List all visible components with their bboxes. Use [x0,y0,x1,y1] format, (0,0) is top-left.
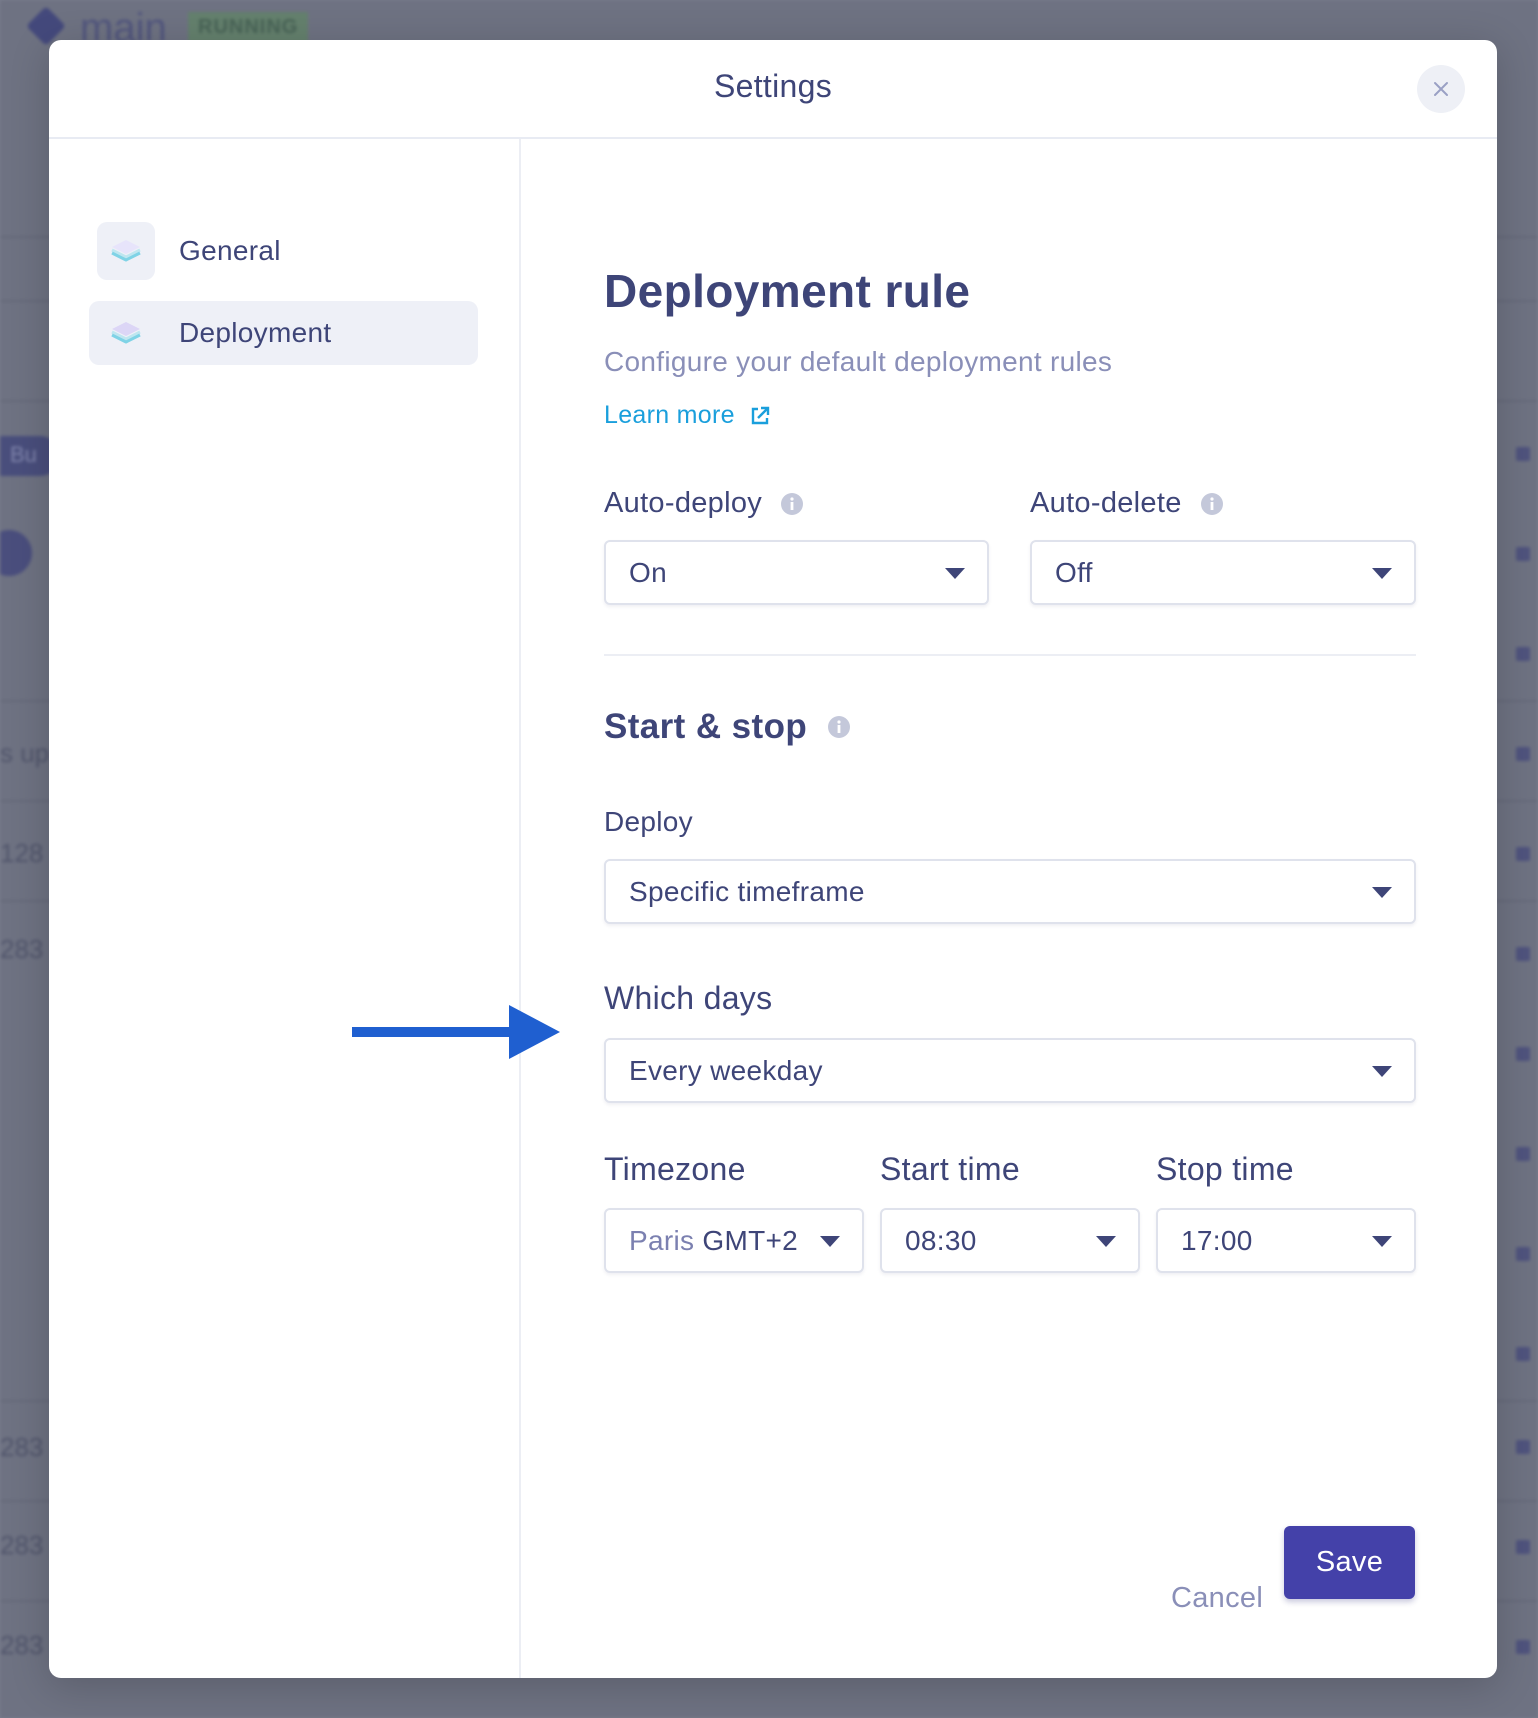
background-row-icon [1516,847,1530,861]
background-row-icon [1516,447,1530,461]
which-days-value: Every weekday [629,1055,823,1086]
timezone-value: Paris GMT+2 [629,1225,798,1257]
auto-delete-label-text: Auto-delete [1030,487,1182,519]
deploy-select[interactable]: Specific timeframe [604,859,1416,924]
caret-down-icon [945,568,965,579]
caret-down-icon [1372,568,1392,579]
external-link-icon [751,406,770,424]
layers-icon [97,222,155,280]
background-avatar [0,530,32,576]
caret-down-icon [1096,1236,1116,1247]
info-icon[interactable] [1200,492,1224,516]
sidebar-item-label: Deployment [179,317,332,348]
auto-delete-select[interactable]: Off [1030,540,1416,605]
auto-deploy-select[interactable]: On [604,540,989,605]
annotation-arrow-icon [352,1005,560,1059]
settings-modal: Settings General Deployment Deployment r… [49,40,1497,1678]
deploy-value: Specific timeframe [629,876,865,907]
background-status-badge: RUNNING [188,12,309,43]
background-row-icon [1516,1047,1530,1061]
stop-time-label: Stop time [1156,1151,1294,1187]
caret-down-icon [1372,1066,1392,1077]
auto-deploy-label-text: Auto-deploy [604,487,763,519]
close-icon [1434,82,1448,96]
caret-down-icon [1372,887,1392,898]
caret-down-icon [1372,1236,1392,1247]
timezone-offset: GMT+2 [702,1225,799,1256]
background-row-text: s up [0,738,50,768]
stop-time-select[interactable]: 17:00 [1156,1208,1416,1273]
background-row-icon [1516,547,1530,561]
background-row-icon [1516,647,1530,661]
background-row-icon [1516,747,1530,761]
background-row-icon [1516,947,1530,961]
timezone-select[interactable]: Paris GMT+2 [604,1208,864,1273]
close-button[interactable] [1417,65,1465,113]
sidebar-item-label: General [179,235,281,266]
background-row-icon [1516,1247,1530,1261]
auto-delete-value: Off [1055,557,1093,588]
settings-content: Deployment rule Configure your default d… [604,139,1416,1678]
timezone-label: Timezone [604,1151,746,1187]
start-time-select[interactable]: 08:30 [880,1208,1140,1273]
cancel-button[interactable]: Cancel [1171,1582,1263,1615]
info-icon[interactable] [780,492,804,516]
info-icon[interactable] [827,715,851,739]
background-row-number: 283 [0,1530,44,1560]
modal-header: Settings [49,40,1497,139]
background-row-number: 283 [0,934,44,964]
background-row-icon [1516,1540,1530,1554]
learn-more-label: Learn more [604,401,735,429]
background-row-number: 283 [0,1630,44,1660]
start-time-value: 08:30 [905,1225,977,1256]
auto-deploy-label: Auto-deploy [604,487,804,520]
start-stop-section-title: Start & stop [604,707,851,747]
page-subtitle: Configure your default deployment rules [604,346,1113,377]
background-row-icon [1516,1640,1530,1654]
background-row-icon [1516,1347,1530,1361]
save-button[interactable]: Save [1284,1526,1415,1599]
learn-more-link[interactable]: Learn more [604,401,771,430]
start-time-label: Start time [880,1151,1020,1187]
section-divider [604,654,1416,656]
background-row-number: 128 [0,838,44,868]
background-row-icon [1516,1147,1530,1161]
which-days-label: Which days [604,980,773,1016]
timezone-city: Paris [629,1225,695,1256]
stop-time-value: 17:00 [1181,1225,1253,1256]
background-row-number: 283 [0,1432,44,1462]
caret-down-icon [820,1236,840,1247]
auto-deploy-value: On [629,557,667,588]
deploy-label: Deploy [604,806,693,837]
layers-icon [97,304,155,362]
start-stop-title-text: Start & stop [604,707,808,746]
page-title: Deployment rule [604,265,971,317]
background-row-icon [1516,1440,1530,1454]
sidebar-item-general[interactable]: General [89,219,478,283]
auto-delete-label: Auto-delete [1030,487,1224,520]
settings-sidebar: General Deployment [49,139,521,1678]
modal-title: Settings [713,68,833,104]
sidebar-item-deployment[interactable]: Deployment [89,301,478,365]
which-days-select[interactable]: Every weekday [604,1038,1416,1103]
